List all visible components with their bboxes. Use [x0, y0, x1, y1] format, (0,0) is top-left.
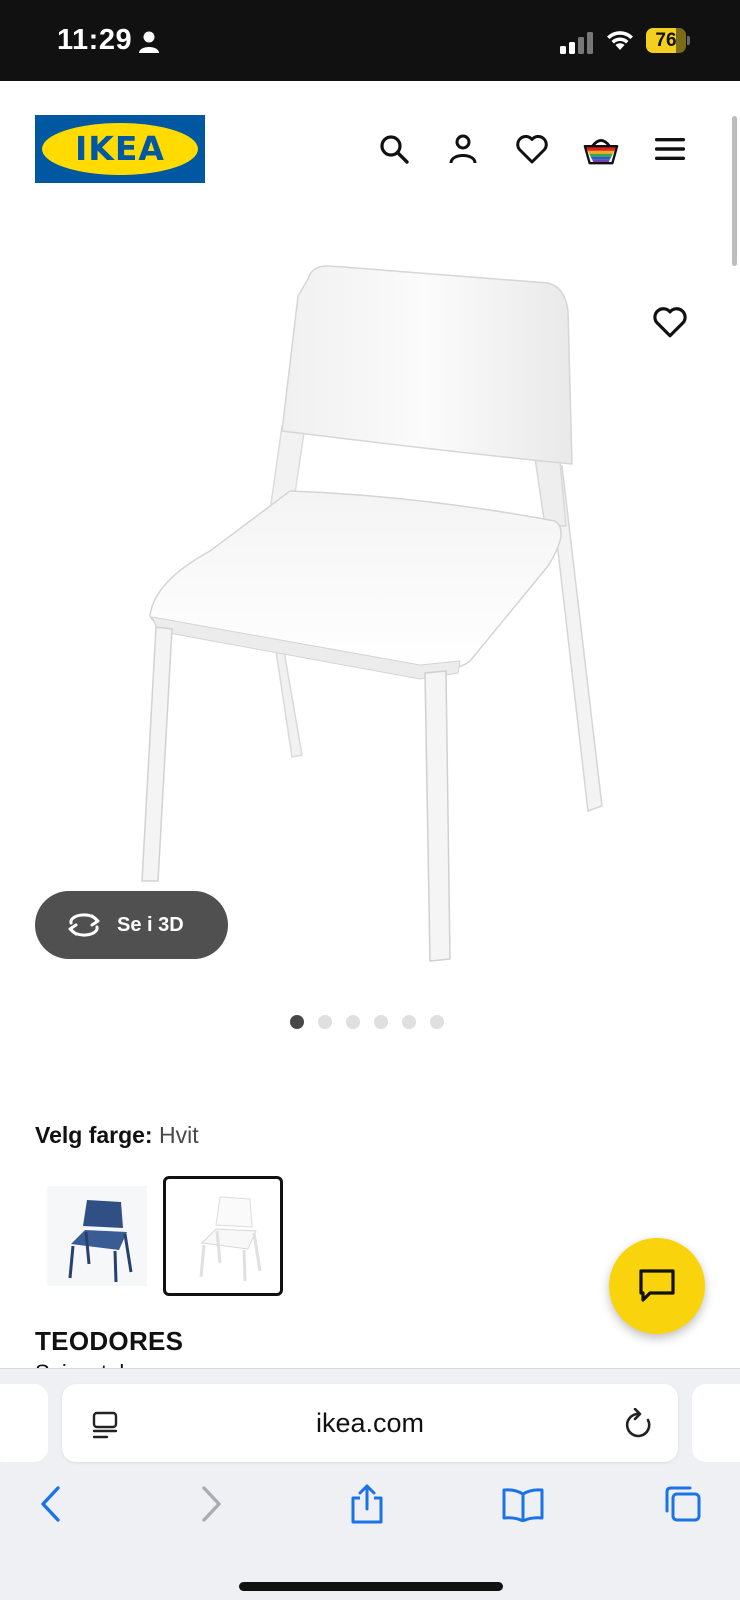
chat-icon — [639, 1269, 675, 1302]
url-text: ikea.com — [315, 1408, 425, 1438]
menu-icon[interactable] — [652, 131, 688, 167]
chair-thumbnail-white — [199, 1196, 262, 1282]
favorites-icon[interactable] — [514, 131, 550, 167]
share-button[interactable] — [345, 1482, 389, 1526]
gallery-dot[interactable] — [402, 1015, 416, 1029]
chat-button[interactable] — [609, 1238, 705, 1334]
view-in-3d-button[interactable]: Se i 3D — [35, 891, 228, 959]
logo-text: IKEA — [75, 129, 165, 168]
cart-icon[interactable] — [583, 131, 619, 167]
gallery-dot[interactable] — [290, 1015, 304, 1029]
battery-percent: 76 — [655, 30, 677, 51]
view-in-3d-label: Se i 3D — [117, 913, 184, 936]
forward-button[interactable] — [190, 1482, 234, 1526]
gallery-dot[interactable] — [374, 1015, 388, 1029]
selected-color-value: Hvit — [159, 1122, 199, 1148]
next-tab-preview[interactable] — [692, 1384, 740, 1462]
logo-registered-mark: ® — [195, 125, 201, 134]
bookmarks-icon — [502, 1488, 544, 1522]
ikea-logo[interactable]: IKEA ® — [35, 115, 205, 183]
share-icon — [351, 1484, 383, 1524]
chevron-left-icon — [41, 1486, 60, 1522]
color-select-heading: Velg farge: — [35, 1122, 153, 1148]
status-time: 11:29 — [57, 24, 133, 56]
chevron-right-icon — [202, 1486, 221, 1522]
color-select-label: Velg farge: Hvit — [35, 1122, 199, 1149]
account-icon[interactable] — [445, 131, 481, 167]
address-bar[interactable]: ikea.com — [62, 1384, 678, 1462]
site-header: IKEA ® — [0, 81, 740, 266]
search-icon[interactable] — [376, 131, 412, 167]
reload-icon[interactable] — [624, 1408, 654, 1440]
tabs-icon — [665, 1486, 701, 1522]
wifi-icon — [607, 31, 633, 50]
tabs-button[interactable] — [660, 1482, 704, 1526]
bookmarks-button[interactable] — [501, 1482, 545, 1526]
color-swatch-white[interactable] — [163, 1176, 283, 1296]
gallery-dot[interactable] — [346, 1015, 360, 1029]
battery-indicator: 76 — [646, 28, 690, 53]
product-image-gallery[interactable]: Se i 3D — [0, 221, 740, 1011]
home-indicator[interactable] — [239, 1582, 503, 1591]
product-name: TEODORES — [35, 1326, 184, 1356]
chair-thumbnail-blue — [47, 1186, 147, 1286]
add-to-favorites-icon[interactable] — [652, 305, 688, 341]
rotate-3d-icon — [68, 913, 100, 937]
gallery-dot[interactable] — [318, 1015, 332, 1029]
person-icon — [139, 31, 159, 53]
back-button[interactable] — [28, 1482, 72, 1526]
signal-icon — [560, 32, 593, 54]
previous-tab-preview[interactable] — [0, 1384, 48, 1462]
browser-toolbar: ikea.com — [0, 1368, 740, 1600]
status-bar: 11:29 76 — [0, 0, 740, 81]
color-swatch-blue[interactable] — [37, 1176, 157, 1296]
gallery-pagination — [290, 1015, 444, 1029]
gallery-dot[interactable] — [430, 1015, 444, 1029]
